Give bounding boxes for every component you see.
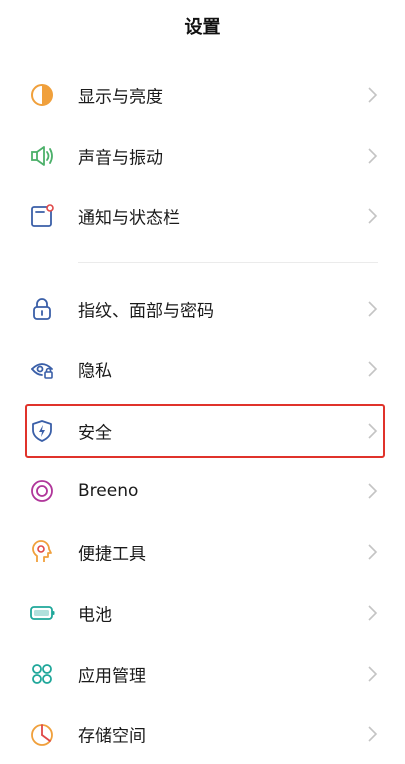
settings-item-battery[interactable]: 电池 — [0, 583, 405, 643]
settings-item-label: 便捷工具 — [78, 544, 146, 565]
header: 设置 — [0, 0, 405, 52]
chevron-right-icon — [366, 207, 378, 225]
settings-item-label: 应用管理 — [78, 666, 146, 687]
settings-item-label: 指纹、面部与密码 — [78, 301, 214, 322]
app-management-icon — [29, 661, 55, 687]
battery-icon — [29, 600, 55, 626]
settings-item-label: 声音与振动 — [78, 148, 163, 169]
settings-item-label: 电池 — [78, 605, 112, 626]
page-title: 设置 — [184, 17, 221, 38]
storage-icon — [29, 721, 55, 747]
settings-item-convenience-tools[interactable]: 便捷工具 — [0, 522, 405, 582]
settings-item-label: 显示与亮度 — [78, 87, 163, 108]
settings-item-fingerprint-face-password[interactable]: 指纹、面部与密码 — [0, 279, 405, 339]
display-brightness-icon — [29, 82, 55, 108]
settings-item-notification-statusbar[interactable]: 通知与状态栏 — [0, 186, 405, 246]
convenience-tools-icon — [29, 539, 55, 565]
chevron-right-icon — [366, 665, 378, 683]
settings-item-sound-vibration[interactable]: 声音与振动 — [0, 126, 405, 186]
settings-item-breeno[interactable]: Breeno — [0, 461, 405, 521]
settings-item-display-brightness[interactable]: 显示与亮度 — [0, 65, 405, 125]
section-divider — [78, 262, 378, 263]
sound-vibration-icon — [29, 143, 55, 169]
notification-statusbar-icon — [29, 203, 55, 229]
chevron-right-icon — [366, 482, 378, 500]
settings-item-privacy[interactable]: 隐私 — [0, 339, 405, 399]
privacy-eye-icon — [29, 356, 55, 382]
breeno-icon — [29, 478, 55, 504]
chevron-right-icon — [366, 86, 378, 104]
chevron-right-icon — [366, 147, 378, 165]
settings-item-app-management[interactable]: 应用管理 — [0, 644, 405, 704]
settings-item-label: Breeno — [78, 481, 139, 501]
settings-item-storage[interactable]: 存储空间 — [0, 704, 405, 764]
chevron-right-icon — [366, 725, 378, 743]
lock-icon — [29, 296, 55, 322]
selection-highlight-frame — [25, 404, 385, 458]
settings-item-label: 通知与状态栏 — [78, 208, 180, 229]
settings-item-label: 隐私 — [78, 361, 112, 382]
chevron-right-icon — [366, 543, 378, 561]
chevron-right-icon — [366, 604, 378, 622]
settings-item-label: 存储空间 — [78, 726, 146, 747]
chevron-right-icon — [366, 300, 378, 318]
chevron-right-icon — [366, 360, 378, 378]
